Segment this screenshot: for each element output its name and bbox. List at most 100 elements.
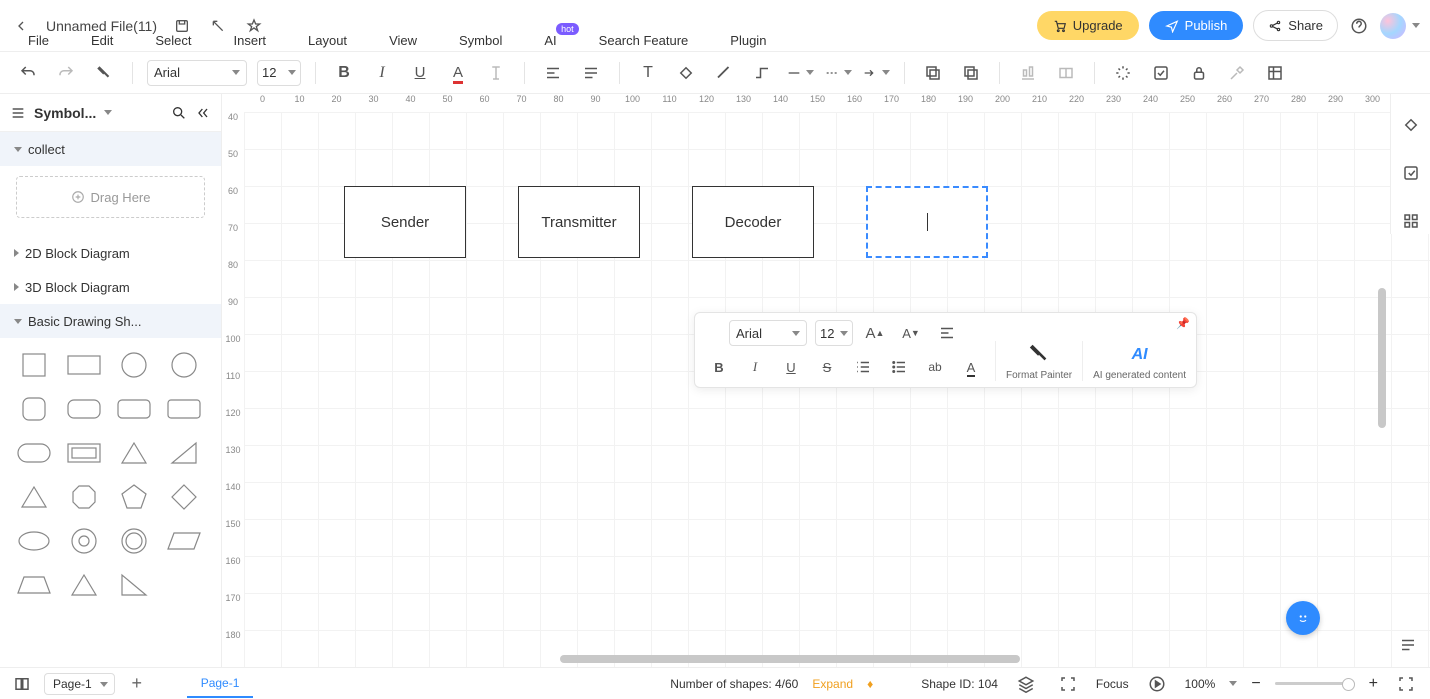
fit-screen-icon[interactable] (1392, 670, 1420, 698)
shape-pentagon[interactable] (112, 478, 156, 516)
menu-file[interactable]: File (28, 33, 49, 48)
menu-symbol[interactable]: Symbol (459, 33, 502, 48)
shape-transmitter[interactable]: Transmitter (518, 186, 640, 258)
publish-button[interactable]: Publish (1149, 11, 1244, 40)
align-objects-button[interactable] (1014, 59, 1042, 87)
arrow-style-button[interactable] (862, 59, 890, 87)
float-ab[interactable]: ab (921, 353, 949, 381)
line-style-button[interactable] (786, 59, 814, 87)
italic-button[interactable]: I (368, 59, 396, 87)
focus-label[interactable]: Focus (1096, 677, 1129, 691)
search-icon[interactable] (171, 105, 187, 121)
table-button[interactable] (1261, 59, 1289, 87)
canvas-area[interactable]: 0102030405060708090100110120130140150160… (222, 94, 1430, 667)
shape-editing[interactable] (866, 186, 988, 258)
menu-layout[interactable]: Layout (308, 33, 347, 48)
float-strike[interactable]: S (813, 353, 841, 381)
shape-rtri2[interactable] (112, 566, 156, 604)
font-select[interactable]: Arial (147, 60, 247, 86)
float-font-color[interactable]: A (957, 353, 985, 381)
shape-decoder[interactable]: Decoder (692, 186, 814, 258)
drag-here-zone[interactable]: Drag Here (16, 176, 205, 218)
float-underline[interactable]: U (777, 353, 805, 381)
effects-button[interactable] (1109, 59, 1137, 87)
pages-panel-icon[interactable] (8, 670, 36, 698)
menu-ai[interactable]: AIhot (544, 33, 556, 48)
page-tab-1[interactable]: Page-1 (187, 670, 254, 698)
image-front-button[interactable] (957, 59, 985, 87)
chat-button[interactable] (1286, 601, 1320, 635)
float-bold[interactable]: B (705, 353, 733, 381)
export-panel-icon[interactable] (1398, 160, 1424, 186)
zoom-slider[interactable] (1275, 682, 1355, 685)
connector-button[interactable] (748, 59, 776, 87)
list-toggle-icon[interactable] (1394, 631, 1422, 659)
menu-select[interactable]: Select (155, 33, 191, 48)
shape-rect[interactable] (62, 346, 106, 384)
shape-circle[interactable] (112, 346, 156, 384)
redo-button[interactable] (52, 59, 80, 87)
pin-icon[interactable]: 📌 (1176, 317, 1190, 330)
shape-rounded-rect2[interactable] (112, 390, 156, 428)
vertical-scrollbar[interactable] (1378, 288, 1386, 428)
page-select[interactable]: Page-1 (44, 673, 115, 695)
line-dash-button[interactable] (824, 59, 852, 87)
add-page-button[interactable]: + (123, 670, 151, 698)
account-dropdown-icon[interactable] (1412, 23, 1420, 28)
sidebar-dropdown-icon[interactable] (104, 110, 112, 115)
checkmark-button[interactable] (1147, 59, 1175, 87)
underline-button[interactable]: U (406, 59, 434, 87)
shape-trapezoid[interactable] (12, 566, 56, 604)
float-increase-font[interactable]: A▲ (861, 319, 889, 347)
shape-rounded-sq[interactable] (12, 390, 56, 428)
zoom-value[interactable]: 100% (1185, 677, 1216, 691)
shape-triangle[interactable] (112, 434, 156, 472)
float-decrease-font[interactable]: A▼ (897, 319, 925, 347)
focus-icon[interactable] (1054, 670, 1082, 698)
float-size-select[interactable]: 12 (815, 320, 853, 346)
layers-icon[interactable] (1012, 670, 1040, 698)
font-color-button[interactable]: A (444, 59, 472, 87)
menu-insert[interactable]: Insert (234, 33, 267, 48)
bold-button[interactable]: B (330, 59, 358, 87)
tools-button[interactable] (1223, 59, 1251, 87)
zoom-out-button[interactable]: − (1251, 675, 1260, 693)
sidebar-section-2d[interactable]: 2D Block Diagram (0, 236, 221, 270)
play-icon[interactable] (1143, 670, 1171, 698)
shape-ellipse[interactable] (12, 522, 56, 560)
text-highlight-button[interactable] (482, 59, 510, 87)
shape-diamond[interactable] (162, 478, 206, 516)
sidebar-section-3d[interactable]: 3D Block Diagram (0, 270, 221, 304)
menu-view[interactable]: View (389, 33, 417, 48)
shape-octagon[interactable] (62, 478, 106, 516)
fill-button[interactable] (672, 59, 700, 87)
canvas[interactable]: Sender Transmitter Decoder 📌 Arial 12 A▲… (244, 112, 1430, 667)
shape-frame[interactable] (62, 434, 106, 472)
help-icon[interactable] (1348, 15, 1370, 37)
menu-edit[interactable]: Edit (91, 33, 113, 48)
float-italic[interactable]: I (741, 353, 769, 381)
float-format-painter[interactable]: Format Painter (1006, 342, 1072, 381)
avatar[interactable] (1380, 13, 1406, 39)
font-size-select[interactable]: 12 (257, 60, 301, 86)
text-tool-button[interactable]: T (634, 59, 662, 87)
float-font-select[interactable]: Arial (729, 320, 807, 346)
shape-donut[interactable] (62, 522, 106, 560)
collapse-icon[interactable] (195, 105, 211, 121)
align-h-button[interactable] (539, 59, 567, 87)
shape-rounded-rect3[interactable] (162, 390, 206, 428)
float-ai-button[interactable]: AI AI generated content (1093, 346, 1186, 381)
shape-right-triangle[interactable] (162, 434, 206, 472)
share-button[interactable]: Share (1253, 10, 1338, 41)
sidebar-section-basic[interactable]: Basic Drawing Sh... (0, 304, 221, 338)
menu-plugin[interactable]: Plugin (730, 33, 766, 48)
lock-button[interactable] (1185, 59, 1213, 87)
align-v-button[interactable] (577, 59, 605, 87)
float-align[interactable] (933, 319, 961, 347)
shape-parallelogram[interactable] (162, 522, 206, 560)
undo-button[interactable] (14, 59, 42, 87)
float-bullet-list[interactable] (885, 353, 913, 381)
shape-rounded-rect[interactable] (62, 390, 106, 428)
menu-search[interactable]: Search Feature (599, 33, 689, 48)
sidebar-section-collect[interactable]: collect (0, 132, 221, 166)
